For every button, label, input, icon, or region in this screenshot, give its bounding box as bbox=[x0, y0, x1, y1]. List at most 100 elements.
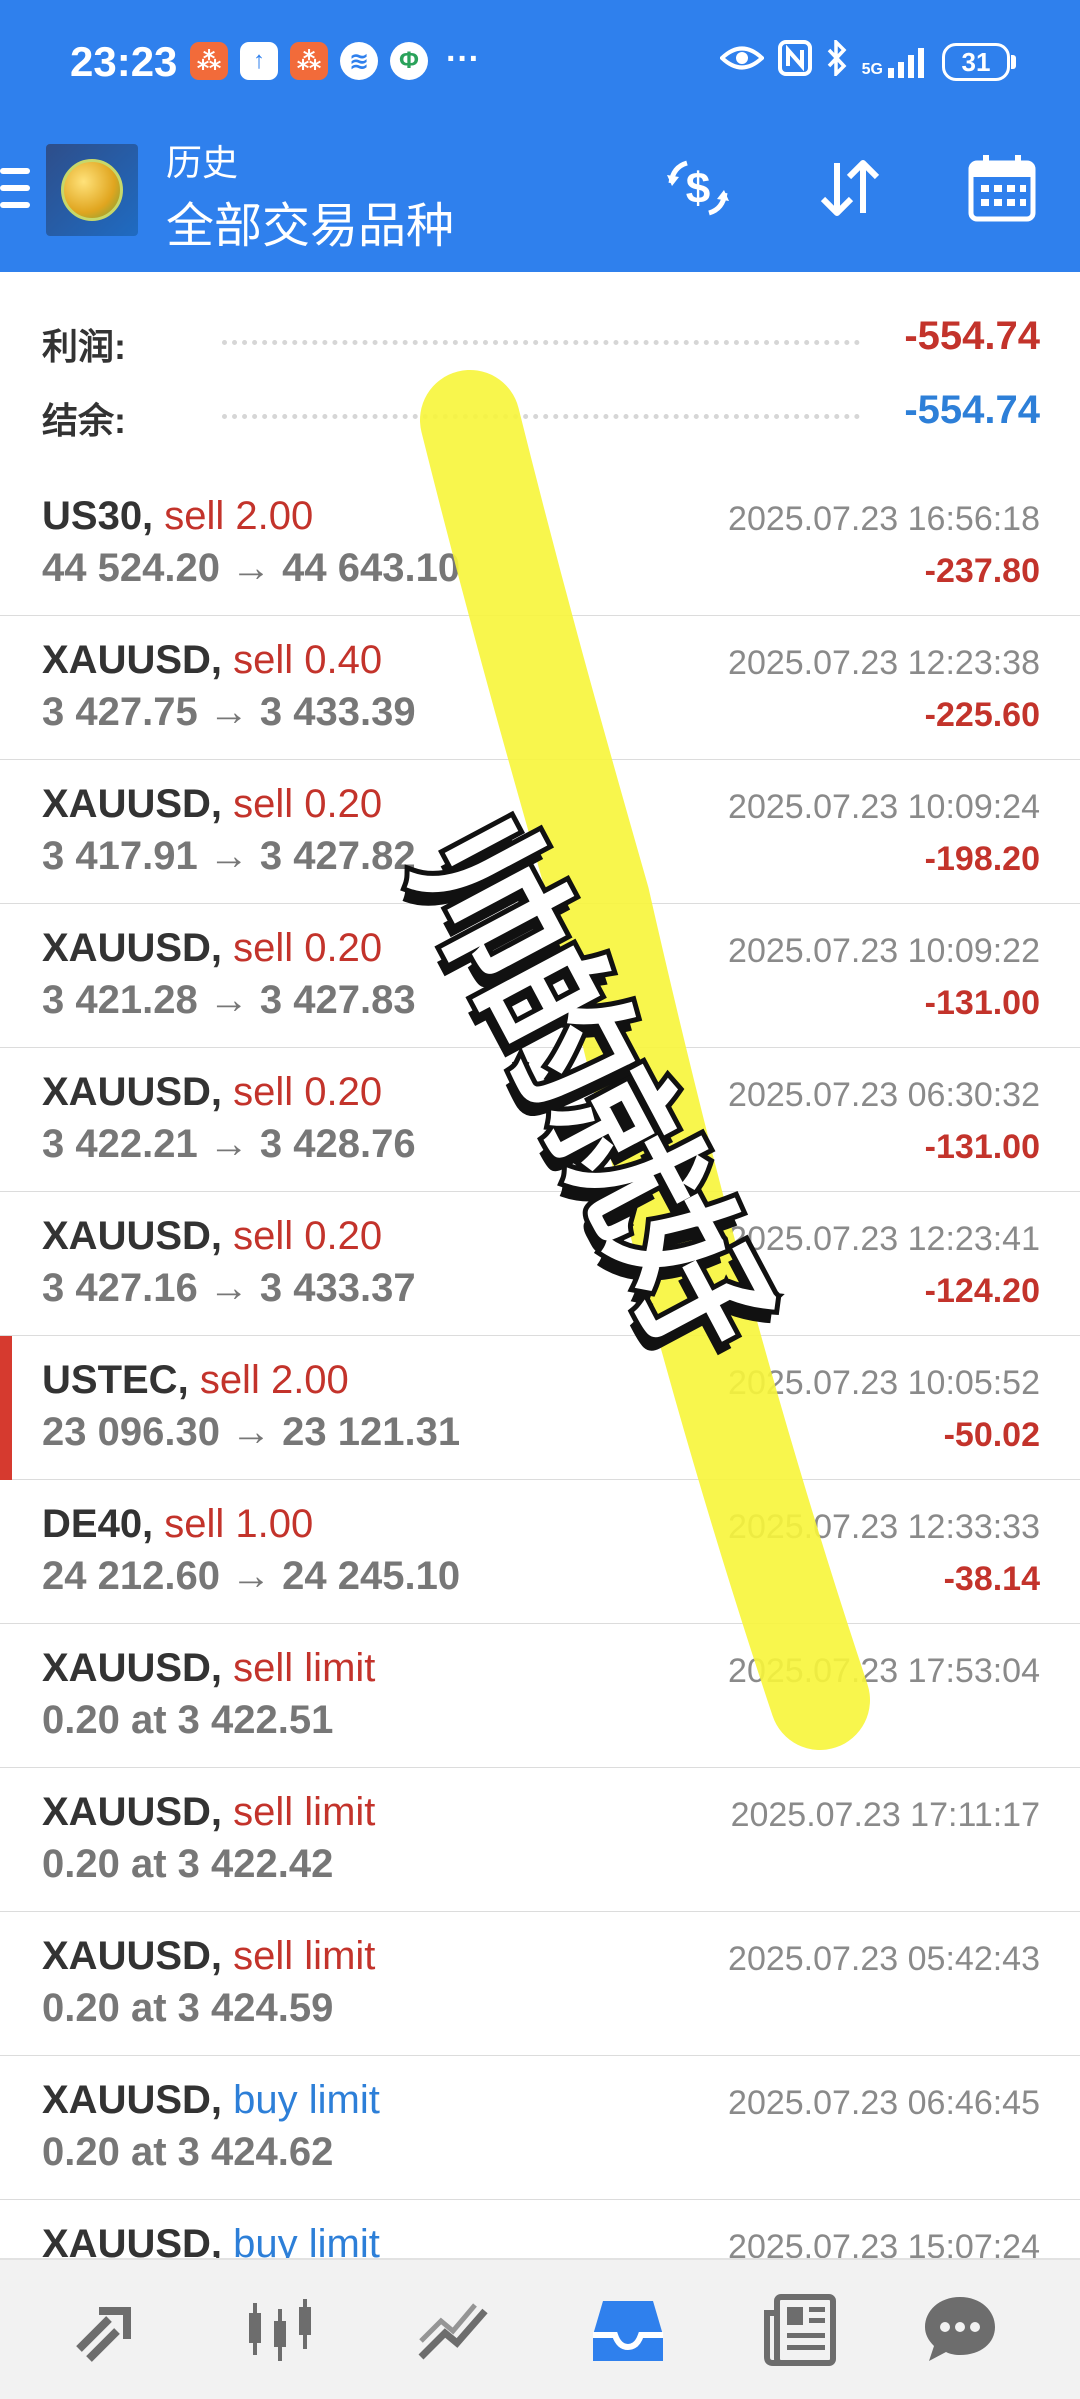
eye-icon bbox=[718, 43, 765, 81]
app-notification-icon: ⁂ bbox=[290, 42, 328, 80]
trade-prices: 44 524.20 → 44 643.10 bbox=[42, 546, 461, 590]
nav-news[interactable] bbox=[750, 2280, 850, 2380]
status-time: 23:23 bbox=[70, 38, 178, 85]
order-datetime: 2025.07.23 17:11:17 bbox=[730, 1796, 1040, 1834]
history-inbox-icon bbox=[593, 2301, 663, 2361]
balance-value: -554.74 bbox=[904, 388, 1040, 432]
trade-prices: 23 096.30 → 23 121.31 bbox=[42, 1410, 461, 1454]
trade-datetime: 2025.07.23 10:05:52 bbox=[728, 1364, 1040, 1402]
menu-icon[interactable] bbox=[0, 168, 30, 208]
order-symbol: XAUUSD, bbox=[42, 1790, 223, 1834]
trade-profit: -124.20 bbox=[924, 1272, 1040, 1310]
trade-row[interactable]: XAUUSD, sell 0.40 3 427.75 → 3 433.39 20… bbox=[0, 616, 1080, 762]
order-volume-price: 0.20 at 3 422.42 bbox=[42, 1842, 334, 1886]
system-icons: 5G 31 bbox=[718, 37, 1016, 84]
calendar-button[interactable] bbox=[964, 150, 1040, 226]
trade-profit: -131.00 bbox=[924, 984, 1040, 1022]
divider-dots bbox=[222, 340, 860, 345]
trade-action: sell 1.00 bbox=[164, 1502, 314, 1546]
trade-datetime: 2025.07.23 16:56:18 bbox=[728, 500, 1040, 538]
trade-symbol: XAUUSD, bbox=[42, 638, 223, 682]
trade-row[interactable]: USTEC, sell 2.00 23 096.30 → 23 121.31 2… bbox=[0, 1336, 1080, 1482]
summary-panel: 利润: -554.74 结余: -554.74 bbox=[0, 272, 1080, 474]
svg-text:$: $ bbox=[686, 164, 710, 213]
nav-history[interactable] bbox=[578, 2280, 678, 2380]
trade-symbol: XAUUSD, bbox=[42, 782, 223, 826]
order-row[interactable]: XAUUSD, sell limit 0.20 at 3 424.59 2025… bbox=[0, 1912, 1080, 2058]
trade-row[interactable]: XAUUSD, sell 0.20 3 427.16 → 3 433.37 20… bbox=[0, 1192, 1080, 1338]
trade-prices: 3 422.21 → 3 428.76 bbox=[42, 1122, 416, 1166]
order-volume-price: 0.20 at 3 422.51 bbox=[42, 1698, 334, 1742]
chat-icon bbox=[925, 2297, 995, 2361]
nav-chat[interactable] bbox=[910, 2280, 1010, 2380]
divider-dots bbox=[222, 414, 860, 419]
trade-profit: -198.20 bbox=[924, 840, 1040, 878]
trade-row[interactable]: US30, sell 2.00 44 524.20 → 44 643.10 20… bbox=[0, 472, 1080, 618]
order-type: buy limit bbox=[233, 2078, 380, 2122]
order-datetime: 2025.07.23 15:07:24 bbox=[728, 2228, 1040, 2258]
calendar-icon bbox=[968, 155, 1036, 222]
battery-icon: 31 bbox=[942, 43, 1016, 81]
trade-symbol: XAUUSD, bbox=[42, 926, 223, 970]
balance-label: 结余: bbox=[42, 400, 126, 441]
order-type: buy limit bbox=[233, 2222, 380, 2258]
nav-trade[interactable] bbox=[404, 2280, 504, 2380]
app-header: 23:23 ⁂ ↑ ⁂ ≋ Φ ··· 5G 31 历史 全部交易品种 $ bbox=[0, 0, 1080, 272]
order-row[interactable]: XAUUSD, buy limit 0.20 at 3 424.62 2025.… bbox=[0, 2056, 1080, 2202]
status-bar: 23:23 ⁂ ↑ ⁂ ≋ Φ ··· 5G 31 bbox=[0, 0, 1080, 128]
trade-symbol: XAUUSD, bbox=[42, 1070, 223, 1114]
audio-notification-icon: ≋ bbox=[340, 42, 378, 80]
trade-prices: 3 417.91 → 3 427.82 bbox=[42, 834, 416, 878]
order-row[interactable]: XAUUSD, sell limit 0.20 at 3 422.51 2025… bbox=[0, 1624, 1080, 1770]
trade-profit: -225.60 bbox=[924, 696, 1040, 734]
order-symbol: XAUUSD, bbox=[42, 1934, 223, 1978]
order-symbol: XAUUSD, bbox=[42, 2222, 223, 2258]
page-title[interactable]: 全部交易品种 bbox=[166, 186, 454, 256]
app-notification-icon: ⁂ bbox=[190, 42, 228, 80]
bottom-navigation bbox=[0, 2258, 1080, 2399]
trade-datetime: 2025.07.23 10:09:22 bbox=[728, 932, 1040, 970]
trade-action: sell 0.40 bbox=[233, 638, 383, 682]
sort-button[interactable] bbox=[812, 150, 888, 226]
order-symbol: XAUUSD, bbox=[42, 2078, 223, 2122]
trade-prices: 3 427.16 → 3 433.37 bbox=[42, 1266, 416, 1310]
news-icon bbox=[764, 2294, 836, 2366]
trade-datetime: 2025.07.23 12:33:33 bbox=[728, 1508, 1040, 1546]
bluetooth-icon bbox=[826, 37, 848, 84]
order-datetime: 2025.07.23 06:46:45 bbox=[728, 2084, 1040, 2122]
trade-prices: 3 427.75 → 3 433.39 bbox=[42, 690, 416, 734]
order-volume-price: 0.20 at 3 424.62 bbox=[42, 2130, 334, 2174]
page-subtitle: 历史 bbox=[166, 142, 239, 183]
sort-arrows-icon bbox=[820, 160, 880, 216]
notification-icons: ⁂ ↑ ⁂ ≋ Φ ··· bbox=[190, 42, 480, 80]
trade-action: sell 0.20 bbox=[233, 1070, 383, 1114]
trade-datetime: 2025.07.23 06:30:32 bbox=[728, 1076, 1040, 1114]
trade-action: sell 2.00 bbox=[164, 494, 314, 538]
trade-profit: -50.02 bbox=[943, 1416, 1040, 1454]
order-type: sell limit bbox=[233, 1934, 376, 1978]
trade-datetime: 2025.07.23 12:23:38 bbox=[728, 644, 1040, 682]
nfc-icon bbox=[777, 40, 812, 84]
upload-notification-icon: ↑ bbox=[240, 42, 278, 80]
order-row[interactable]: XAUUSD, buy limit 2025.07.23 15:07:24 bbox=[0, 2200, 1080, 2258]
nav-quotes[interactable] bbox=[58, 2280, 158, 2380]
order-datetime: 2025.07.23 17:53:04 bbox=[728, 1652, 1040, 1690]
trade-row[interactable]: DE40, sell 1.00 24 212.60 → 24 245.10 20… bbox=[0, 1480, 1080, 1626]
profit-label: 利润: bbox=[42, 326, 126, 367]
network-type-label: 5G bbox=[861, 61, 883, 78]
more-notifications-icon: ··· bbox=[446, 40, 480, 78]
trade-profit: -38.14 bbox=[943, 1560, 1040, 1598]
signal-icon: 5G bbox=[862, 46, 928, 78]
app-notification-icon: Φ bbox=[390, 42, 428, 80]
trade-profit: -237.80 bbox=[924, 552, 1040, 590]
nav-chart[interactable] bbox=[230, 2280, 330, 2380]
quotes-icon bbox=[76, 2307, 131, 2362]
trade-datetime: 2025.07.23 10:09:24 bbox=[728, 788, 1040, 826]
order-type: sell limit bbox=[233, 1790, 376, 1834]
trade-profit: -131.00 bbox=[924, 1128, 1040, 1166]
trade-symbol: DE40, bbox=[42, 1502, 154, 1546]
history-list[interactable]: US30, sell 2.00 44 524.20 → 44 643.10 20… bbox=[0, 472, 1080, 2258]
currency-exchange-button[interactable]: $ bbox=[660, 150, 736, 226]
currency-exchange-icon: $ bbox=[667, 160, 729, 216]
order-row[interactable]: XAUUSD, sell limit 0.20 at 3 422.42 2025… bbox=[0, 1768, 1080, 1914]
